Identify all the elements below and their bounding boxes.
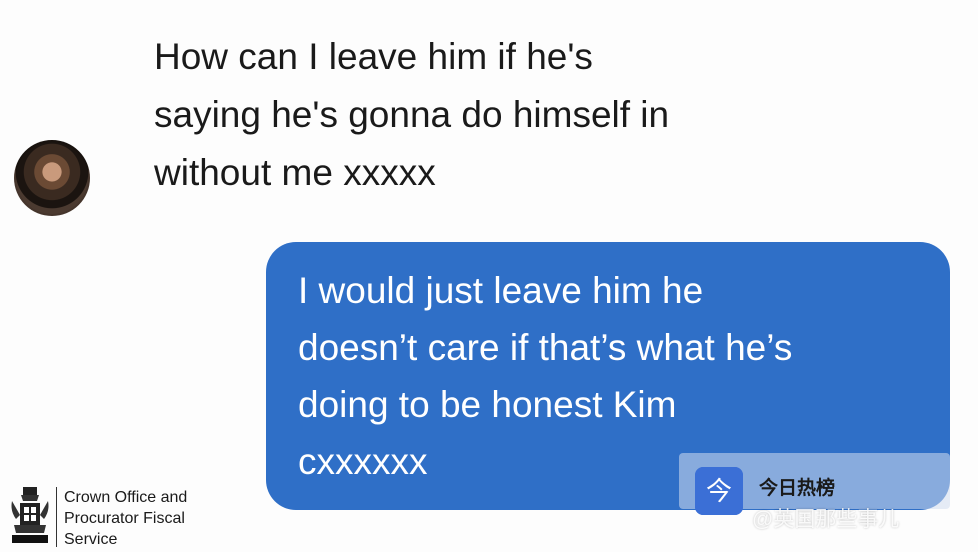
watermark-badge: 今 今日热榜 <box>679 453 950 515</box>
royal-crest-icon <box>11 487 49 543</box>
crown-office-logo: Crown Office and Procurator Fiscal Servi… <box>8 485 228 549</box>
watermark-account: @英国那些事儿 <box>752 508 900 531</box>
contact-avatar[interactable] <box>14 140 90 216</box>
logo-divider <box>56 487 57 547</box>
message-screenshot: How can I leave him if he's saying he's … <box>0 0 978 552</box>
svg-text:今: 今 <box>706 477 732 507</box>
app-logo-icon: 今 <box>695 467 743 515</box>
organization-name: Crown Office and Procurator Fiscal Servi… <box>64 489 188 548</box>
incoming-message: How can I leave him if he's saying he's … <box>154 36 670 193</box>
watermark-app-name: 今日热榜 <box>759 478 836 499</box>
